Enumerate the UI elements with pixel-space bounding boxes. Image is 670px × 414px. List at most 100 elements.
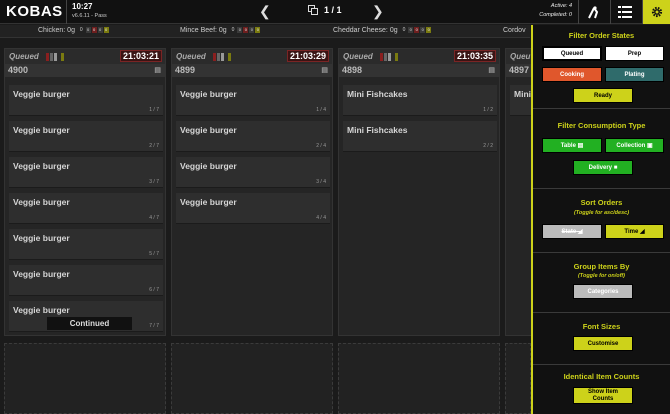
flag-markers	[380, 53, 399, 63]
item-count: 4 / 7	[149, 215, 159, 221]
item-count: 7 / 7	[149, 323, 159, 329]
pages-icon	[308, 5, 318, 15]
top-bar: KOBAS 10:27 v6.6.11 - Pass ❮ 1 / 1 ❯ Act…	[0, 0, 670, 24]
item-name: Veggie burger	[13, 305, 70, 315]
ingredient-label: Chicken: 0g	[38, 27, 75, 34]
font-sizes-section: Font Sizes Customise	[533, 313, 670, 365]
count-box: 0	[249, 27, 255, 34]
filter-plating-button[interactable]: Plating	[605, 67, 664, 82]
identical-item-counts-section: Identical Item Counts Show Item Counts	[533, 365, 670, 414]
item-count: 4 / 4	[316, 215, 326, 221]
order-card-4898[interactable]: Queued 21:03:35 4898 ▤ Mini Fishcakes 1 /…	[338, 48, 500, 336]
ingredient-count: 0	[79, 27, 83, 34]
gear-icon	[651, 6, 662, 18]
recall-button[interactable]	[578, 0, 606, 24]
section-subtitle: (Toggle for on/off)	[577, 273, 626, 279]
order-state: Queued	[176, 52, 206, 61]
count-box: 0	[85, 27, 91, 34]
order-item[interactable]: Veggie burger 6 / 7	[9, 265, 163, 296]
order-item[interactable]: Veggie burger 3 / 4	[176, 157, 330, 188]
order-header: Queued 21:03:35	[339, 49, 499, 64]
order-card-4899[interactable]: Queued 21:03:29 4899 ▤ Veggie burger 1 / …	[171, 48, 333, 336]
item-name: Veggie burger	[13, 89, 70, 99]
order-header: Queued 21:03:21	[5, 49, 165, 64]
empty-order-slot	[4, 343, 166, 414]
ingredient-label: Cordov	[503, 27, 526, 34]
filter-queued-button[interactable]: Queued	[542, 46, 602, 61]
count-box: 0	[426, 27, 432, 34]
bag-icon: ▣	[645, 143, 653, 149]
count-box: 0	[243, 27, 249, 34]
count-box: 0	[91, 27, 97, 34]
order-item[interactable]: Veggie burger 2 / 4	[176, 121, 330, 152]
filter-prep-button[interactable]: Prep	[605, 46, 664, 61]
count-box: 0	[414, 27, 420, 34]
section-title: Font Sizes	[582, 322, 621, 331]
ingredient-mince-beef: Mince Beef: 0g 0 0000	[180, 27, 261, 34]
next-page-icon[interactable]: ❯	[372, 3, 384, 20]
button-label: Counts	[592, 395, 614, 402]
order-header: Queued 21:03:29	[172, 49, 332, 64]
order-item[interactable]: Mini Fishcakes 2 / 2	[343, 121, 497, 152]
order-number-bar: 4900 ▤	[5, 64, 165, 77]
order-item[interactable]: Veggie burger 2 / 7	[9, 121, 163, 152]
filter-consumption-section: Filter Consumption Type Table ▤ Collecti…	[533, 115, 670, 189]
item-count: 5 / 7	[149, 251, 159, 257]
filter-collection-button[interactable]: Collection ▣	[605, 138, 664, 153]
show-item-counts-button[interactable]: Show Item Counts	[573, 387, 633, 404]
ingredient-label: Mince Beef: 0g	[180, 27, 227, 34]
filter-table-button[interactable]: Table ▤	[542, 138, 602, 153]
button-label: State	[561, 228, 577, 235]
customise-font-button[interactable]: Customise	[573, 336, 633, 351]
order-header: Queu	[506, 49, 534, 64]
filter-order-states-section: Filter Order States Queued Prep Cooking …	[533, 25, 670, 109]
item-name: Veggie burger	[13, 269, 70, 279]
prev-page-icon[interactable]: ❮	[259, 3, 271, 20]
settings-panel: Filter Order States Queued Prep Cooking …	[531, 25, 670, 414]
filter-delivery-button[interactable]: Delivery ■	[573, 160, 633, 175]
item-name: Veggie burger	[13, 233, 70, 243]
empty-order-slot	[338, 343, 500, 414]
item-name: Veggie burger	[13, 161, 70, 171]
order-item[interactable]: Veggie burger 1 / 7	[9, 85, 163, 116]
order-item[interactable]: Mini Fishcakes 1 / 2	[343, 85, 497, 116]
empty-order-slot	[505, 343, 531, 414]
recall-icon	[587, 6, 598, 19]
count-box: 0	[97, 27, 103, 34]
order-item[interactable]: Veggie burger 4 / 7	[9, 193, 163, 224]
count-box: 0	[255, 27, 261, 34]
group-categories-button[interactable]: Categories	[573, 284, 633, 299]
order-item[interactable]: Veggie burger 4 / 4	[176, 193, 330, 224]
item-name: Mini Fishcakes	[347, 89, 408, 99]
ingredient-cheddar: Cheddar Cheese: 0g 0 0000	[333, 27, 432, 34]
item-count: 2 / 2	[483, 143, 493, 149]
order-card-4900[interactable]: Queued 21:03:21 4900 ▤ Veggie burger 1 / …	[4, 48, 166, 336]
item-count: 2 / 7	[149, 143, 159, 149]
list-view-button[interactable]	[610, 0, 638, 24]
section-subtitle: (Toggle for asc/desc)	[573, 210, 630, 216]
filter-cooking-button[interactable]: Cooking	[542, 67, 602, 82]
settings-button[interactable]	[642, 0, 670, 24]
list-icon	[617, 6, 632, 18]
order-number: 4899	[175, 65, 196, 75]
order-item[interactable]: Veggie burger 3 / 7	[9, 157, 163, 188]
order-number-bar: 4898 ▤	[339, 64, 499, 77]
sort-state-button[interactable]: State ◢	[542, 224, 602, 239]
item-name: Mini	[514, 89, 531, 99]
item-count: 6 / 7	[149, 287, 159, 293]
divider	[66, 0, 67, 24]
sort-time-button[interactable]: Time ◢	[605, 224, 664, 239]
table-icon: ▤	[575, 143, 584, 149]
ingredient-count: 0	[402, 27, 406, 34]
button-label: Table	[560, 142, 576, 149]
order-item[interactable]: Veggie burger 5 / 7	[9, 229, 163, 260]
item-name: Mini Fishcakes	[347, 125, 408, 135]
ingredient-label: Cheddar Cheese: 0g	[333, 27, 398, 34]
order-number: 4900	[8, 65, 29, 75]
filter-ready-button[interactable]: Ready	[573, 88, 633, 103]
item-count: 3 / 4	[316, 179, 326, 185]
item-count: 1 / 2	[483, 107, 493, 113]
table-icon: ▤	[321, 67, 328, 74]
order-item[interactable]: Veggie burger 1 / 4	[176, 85, 330, 116]
sort-icon: ◢	[638, 229, 645, 235]
